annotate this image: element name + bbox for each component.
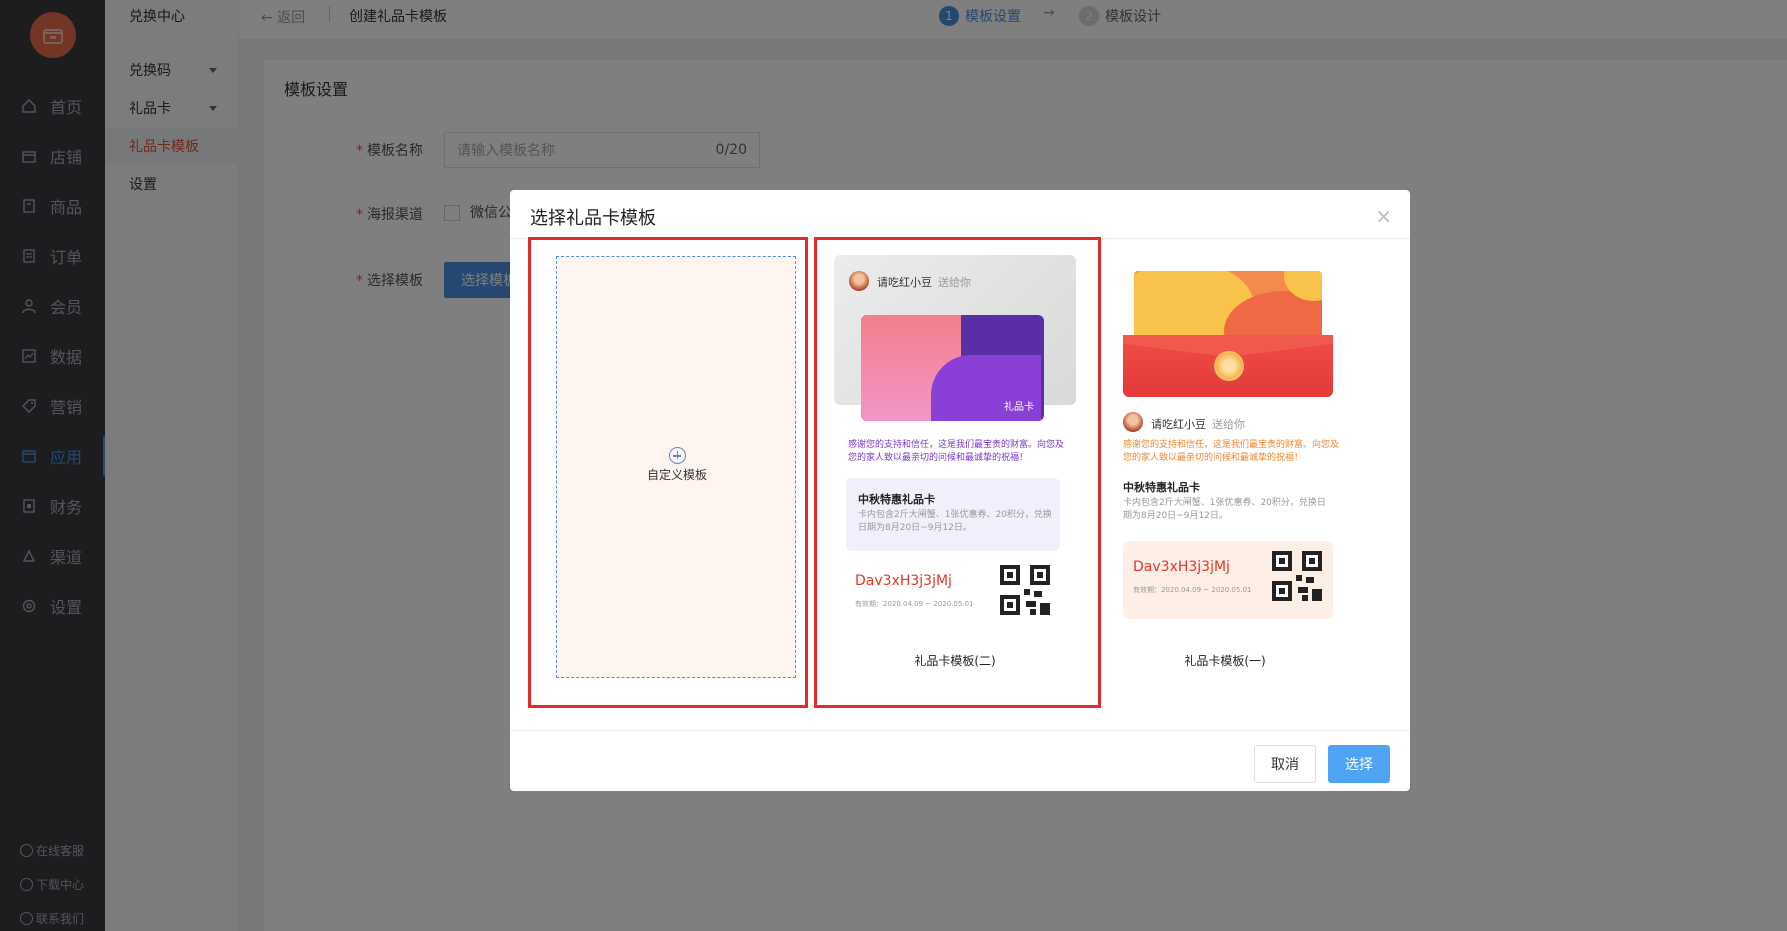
thank-you-message: 感谢您的支持和信任，这是我们最宝贵的财富。向您及您的家人致以最亲切的问候和最诚挚…: [848, 440, 1065, 463]
template-two-card[interactable]: 请吃红小豆 送给你 礼品卡 感谢您的支持和信任，这是我们最宝贵的财富。向您及您的家…: [834, 255, 1076, 675]
redeem-code: Dav3xH3j3jMj: [1133, 559, 1230, 575]
qr-code-icon: [1000, 565, 1050, 615]
avatar: [849, 271, 869, 291]
dialog-title: 选择礼品卡模板: [530, 208, 656, 229]
custom-template-label: 自定义模板: [646, 468, 707, 482]
sender-line: 请吃红小豆 送给你: [877, 276, 971, 289]
avatar: [1123, 412, 1143, 432]
valid-period: 有效期：2020.04.09 ~ 2020.05.01: [855, 600, 974, 608]
qr-code-icon: [1272, 551, 1322, 601]
coin-icon: [1214, 351, 1244, 381]
dialog-footer-divider: [510, 730, 1410, 731]
custom-template-card[interactable]: 自定义模板: [556, 256, 796, 678]
template-one-caption: 礼品卡模板(一): [1184, 654, 1266, 668]
gift-box-title: 中秋特惠礼品卡: [858, 493, 935, 506]
thank-you-message: 感谢您的支持和信任，这是我们最宝贵的财富。向您及您的家人致以最亲切的问候和最诚挚…: [1123, 440, 1340, 463]
select-template-dialog: 选择礼品卡模板 × 自定义模板 请吃红小豆 送给你 礼品卡 感谢您的支持和信任，这…: [510, 190, 1410, 791]
template-one-card[interactable]: 请吃红小豆 送给你 感谢您的支持和信任，这是我们最宝贵的财富。向您及您的家人致以最…: [1122, 255, 1364, 675]
card-label: 礼品卡: [1004, 402, 1034, 413]
gift-box-title: 中秋特惠礼品卡: [1123, 481, 1200, 494]
sender-line: 请吃红小豆 送给你: [1151, 418, 1245, 431]
choose-button[interactable]: 选择: [1328, 745, 1390, 783]
plus-circle-icon: [668, 447, 686, 464]
template-two-caption: 礼品卡模板(二): [914, 654, 996, 668]
redeem-code: Dav3xH3j3jMj: [855, 573, 952, 589]
close-icon[interactable]: ×: [1375, 204, 1392, 228]
valid-period: 有效期：2020.04.09 ~ 2020.05.01: [1133, 586, 1252, 594]
gift-box-desc: 卡内包含2斤大闸蟹、1张优惠券、20积分，兑换日期为8月20日~9月12日。: [858, 510, 1052, 533]
gift-box-desc: 卡内包含2斤大闸蟹、1张优惠券、20积分，兑换日期为8月20日~9月12日。: [1123, 498, 1326, 521]
custom-template-content: 自定义模板: [557, 447, 797, 483]
cancel-button[interactable]: 取消: [1254, 745, 1316, 783]
gift-card-graphic: 礼品卡: [861, 315, 1044, 421]
